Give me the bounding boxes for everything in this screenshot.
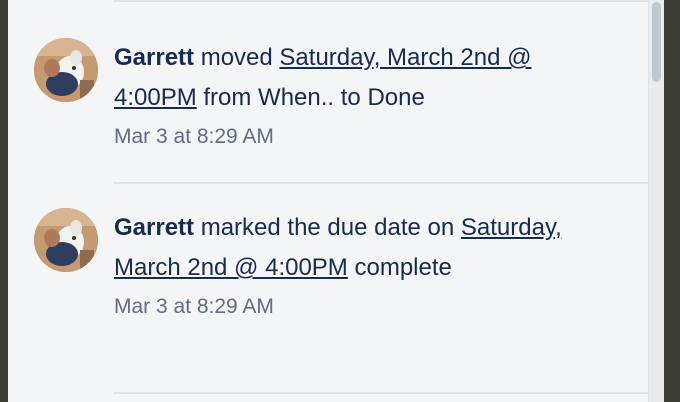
activity-detail: complete (354, 254, 452, 281)
user-avatar-icon (34, 38, 98, 102)
author-name[interactable]: Garrett (114, 44, 194, 71)
activity-text: Garrett moved Saturday, March 2nd @ 4:00… (114, 38, 584, 156)
user-avatar-icon (34, 208, 98, 272)
activity-action: moved (200, 44, 273, 71)
activity-action: marked the due date on (200, 214, 455, 241)
scrollbar[interactable] (648, 0, 664, 402)
timestamp[interactable]: Mar 3 at 8:29 AM (114, 118, 584, 156)
author-name[interactable]: Garrett (114, 214, 194, 241)
activity-panel: Garrett moved Saturday, March 2nd @ 4:00… (8, 0, 664, 402)
activity-text: Garrett marked the due date on Saturday,… (114, 208, 584, 326)
timestamp[interactable]: Mar 3 at 8:29 AM (114, 288, 584, 326)
avatar[interactable] (34, 208, 98, 272)
activity-divider (114, 182, 660, 184)
scrollbar-thumb[interactable] (652, 2, 661, 82)
activity-detail: from When.. to Done (203, 84, 425, 111)
activity-divider (114, 392, 660, 394)
activity-divider (114, 0, 660, 2)
avatar[interactable] (34, 38, 98, 102)
